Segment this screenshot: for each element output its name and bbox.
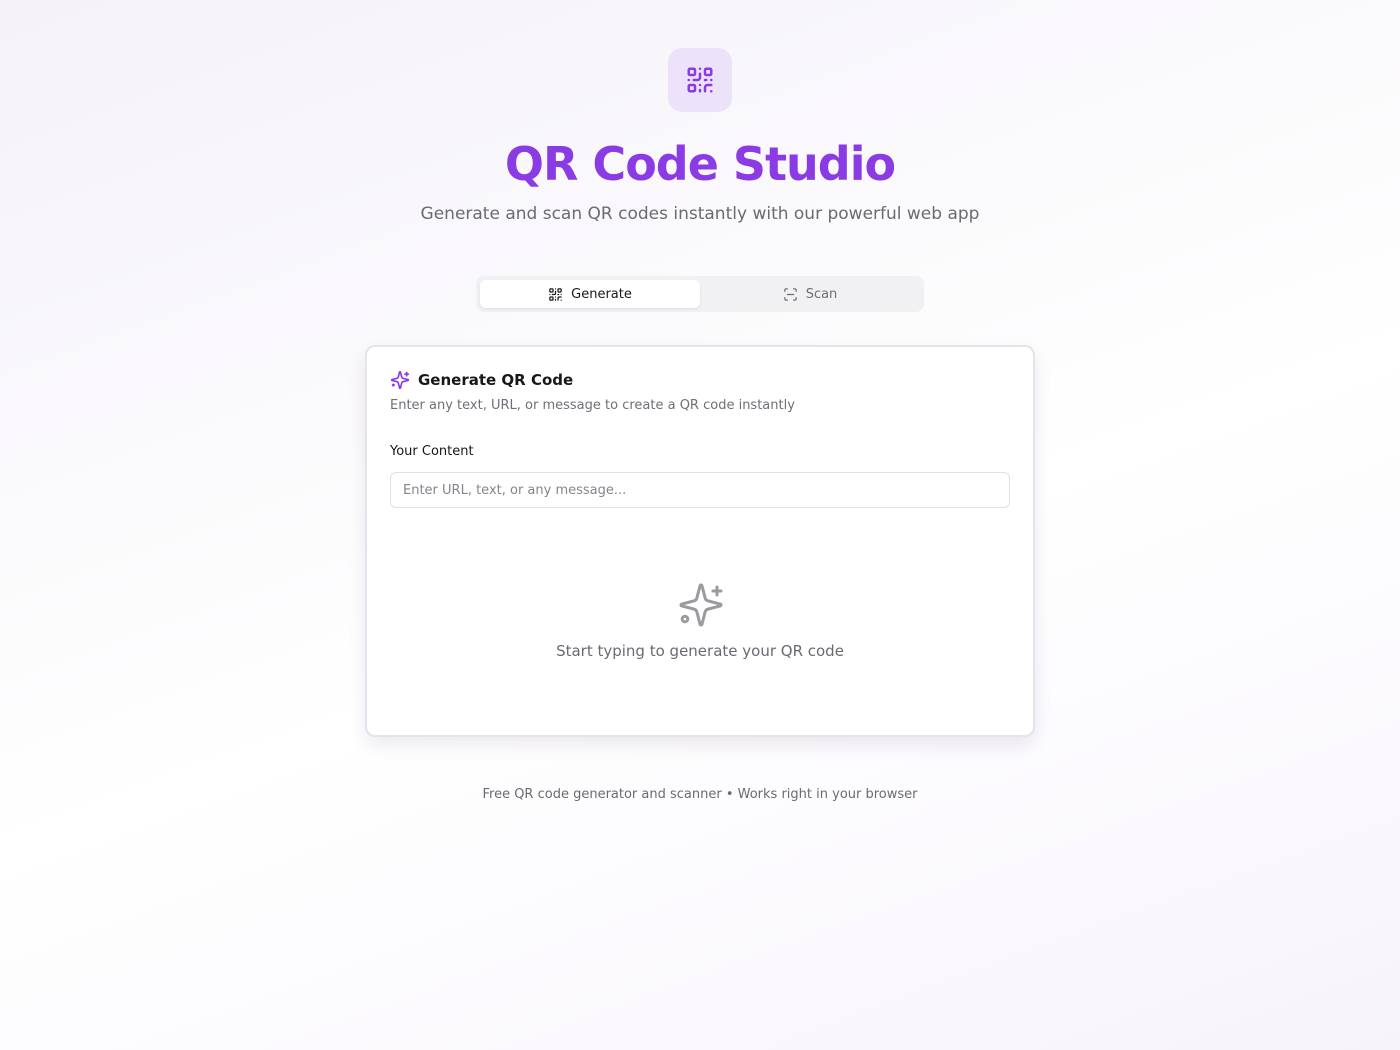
content-input[interactable] (390, 472, 1010, 508)
empty-state-text: Start typing to generate your QR code (556, 642, 844, 660)
card-title: Generate QR Code (418, 371, 574, 389)
qr-code-icon (549, 287, 562, 301)
tab-scan-label: Scan (805, 286, 838, 302)
sparkles-icon (390, 370, 410, 390)
mode-tabs: Generate Scan (476, 276, 924, 312)
content-field-label: Your Content (390, 444, 474, 459)
qr-code-icon (687, 67, 713, 93)
tab-generate[interactable]: Generate (480, 280, 700, 308)
card-description: Enter any text, URL, or message to creat… (390, 398, 795, 413)
page-title: QR Code Studio (504, 137, 896, 191)
page-subtitle: Generate and scan QR codes instantly wit… (420, 204, 980, 224)
generate-card: Generate QR Code Enter any text, URL, or… (365, 345, 1035, 737)
scan-icon (783, 287, 797, 301)
card-header: Generate QR Code (390, 370, 573, 390)
tab-scan[interactable]: Scan (700, 280, 920, 308)
tab-generate-label: Generate (571, 286, 632, 302)
sparkles-icon (679, 583, 723, 627)
app-logo (668, 48, 732, 112)
footer-text: Free QR code generator and scanner • Wor… (482, 787, 918, 802)
